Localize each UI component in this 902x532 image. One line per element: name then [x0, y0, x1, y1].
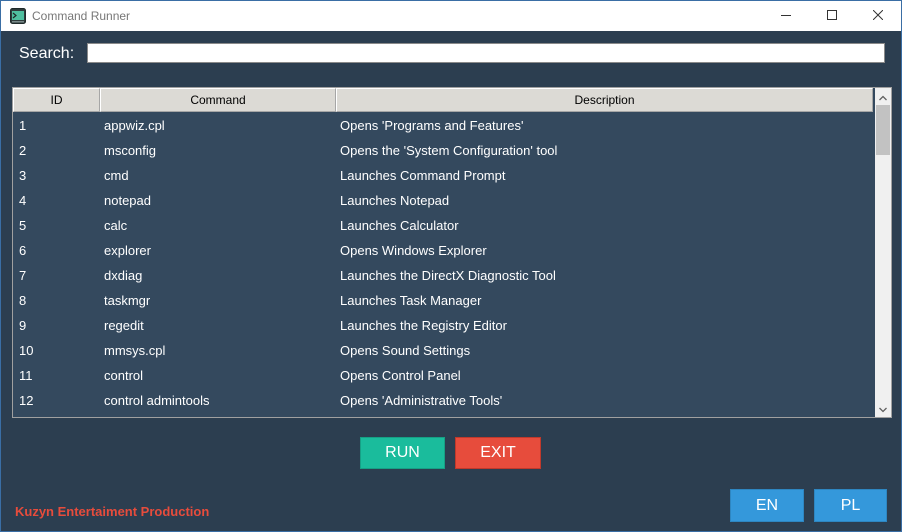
cell-id: 6: [19, 243, 27, 258]
table-row[interactable]: 4 notepad Launches Notepad: [13, 188, 873, 213]
cell-command: control admintools: [104, 393, 210, 408]
cell-id: 9: [19, 318, 27, 333]
maximize-button[interactable]: [809, 1, 855, 31]
scrollbar-thumb[interactable]: [876, 105, 890, 155]
column-header-id[interactable]: ID: [13, 88, 100, 112]
table-row[interactable]: 3 cmd Launches Command Prompt: [13, 163, 873, 188]
table-row[interactable]: 2 msconfig Opens the 'System Configurati…: [13, 138, 873, 163]
production-credit: Kuzyn Entertaiment Production: [15, 504, 210, 519]
language-pl-button[interactable]: PL: [814, 489, 887, 522]
table-row[interactable]: 7 dxdiag Launches the DirectX Diagnostic…: [13, 263, 873, 288]
table-row[interactable]: 6 explorer Opens Windows Explorer: [13, 238, 873, 263]
close-button[interactable]: [855, 1, 901, 31]
cell-id: 4: [19, 193, 27, 208]
cell-command: mmsys.cpl: [104, 343, 166, 358]
cell-description: Opens Windows Explorer: [340, 243, 487, 258]
cell-id: 12: [19, 393, 34, 408]
column-header-command[interactable]: Command: [100, 88, 336, 112]
cell-command: msconfig: [104, 143, 157, 158]
table-row[interactable]: 5 calc Launches Calculator: [13, 213, 873, 238]
minimize-button[interactable]: [763, 1, 809, 31]
minimize-icon: [781, 7, 791, 25]
cell-id: 11: [19, 368, 33, 383]
cell-id: 1: [19, 118, 27, 133]
cell-description: Launches the Registry Editor: [340, 318, 507, 333]
scroll-down-button[interactable]: [875, 400, 891, 417]
scroll-up-button[interactable]: [875, 88, 891, 105]
cell-description: Launches Task Manager: [340, 293, 482, 308]
cell-id: 10: [19, 343, 34, 358]
cell-id: 8: [19, 293, 27, 308]
cell-id: 3: [19, 168, 27, 183]
run-button[interactable]: RUN: [360, 437, 445, 469]
table-body: 1 appwiz.cpl Opens 'Programs and Feature…: [13, 113, 873, 417]
cell-description: Launches Calculator: [340, 218, 459, 233]
terminal-icon: [10, 8, 26, 24]
cell-command: dxdiag: [104, 268, 143, 283]
cell-command: control: [104, 368, 144, 383]
cell-id: 7: [19, 268, 27, 283]
cell-id: 5: [19, 218, 27, 233]
table-row[interactable]: 8 taskmgr Launches Task Manager: [13, 288, 873, 313]
cell-description: Opens the 'System Configuration' tool: [340, 143, 558, 158]
cell-command: calc: [104, 218, 128, 233]
cell-command: explorer: [104, 243, 151, 258]
commands-table: ID Command Description 1 appwiz.cpl Open…: [12, 87, 892, 418]
table-header: ID Command Description: [13, 88, 873, 112]
column-header-description[interactable]: Description: [336, 88, 873, 112]
table-row[interactable]: 1 appwiz.cpl Opens 'Programs and Feature…: [13, 113, 873, 138]
chevron-up-icon: [879, 88, 887, 106]
cell-description: Launches the DirectX Diagnostic Tool: [340, 268, 556, 283]
cell-description: Opens 'Administrative Tools': [340, 393, 503, 408]
table-row[interactable]: 12 control admintools Opens 'Administrat…: [13, 388, 873, 413]
close-icon: [872, 7, 884, 25]
vertical-scrollbar[interactable]: [875, 88, 891, 417]
cell-description: Opens Sound Settings: [340, 343, 471, 358]
cell-description: Opens 'Programs and Features': [340, 118, 524, 133]
cell-command: cmd: [104, 168, 129, 183]
exit-button[interactable]: EXIT: [455, 437, 541, 469]
cell-id: 2: [19, 143, 27, 158]
cell-command: notepad: [104, 193, 151, 208]
title-bar[interactable]: Command Runner: [1, 1, 901, 31]
search-input[interactable]: [87, 43, 885, 63]
table-row[interactable]: 9 regedit Launches the Registry Editor: [13, 313, 873, 338]
app-window: Command Runner Search: ID Command Descri…: [0, 0, 902, 532]
cell-description: Opens Control Panel: [340, 368, 461, 383]
chevron-down-icon: [879, 400, 887, 418]
cell-command: appwiz.cpl: [104, 118, 165, 133]
cell-command: taskmgr: [104, 293, 151, 308]
cell-command: regedit: [104, 318, 144, 333]
language-en-button[interactable]: EN: [730, 489, 804, 522]
maximize-icon: [827, 7, 837, 25]
table-row[interactable]: 10 mmsys.cpl Opens Sound Settings: [13, 338, 873, 363]
window-title: Command Runner: [32, 9, 131, 23]
cell-description: Launches Notepad: [340, 193, 450, 208]
cell-description: Launches Command Prompt: [340, 168, 506, 183]
table-row[interactable]: 11 control Opens Control Panel: [13, 363, 873, 388]
search-label: Search:: [19, 45, 75, 62]
